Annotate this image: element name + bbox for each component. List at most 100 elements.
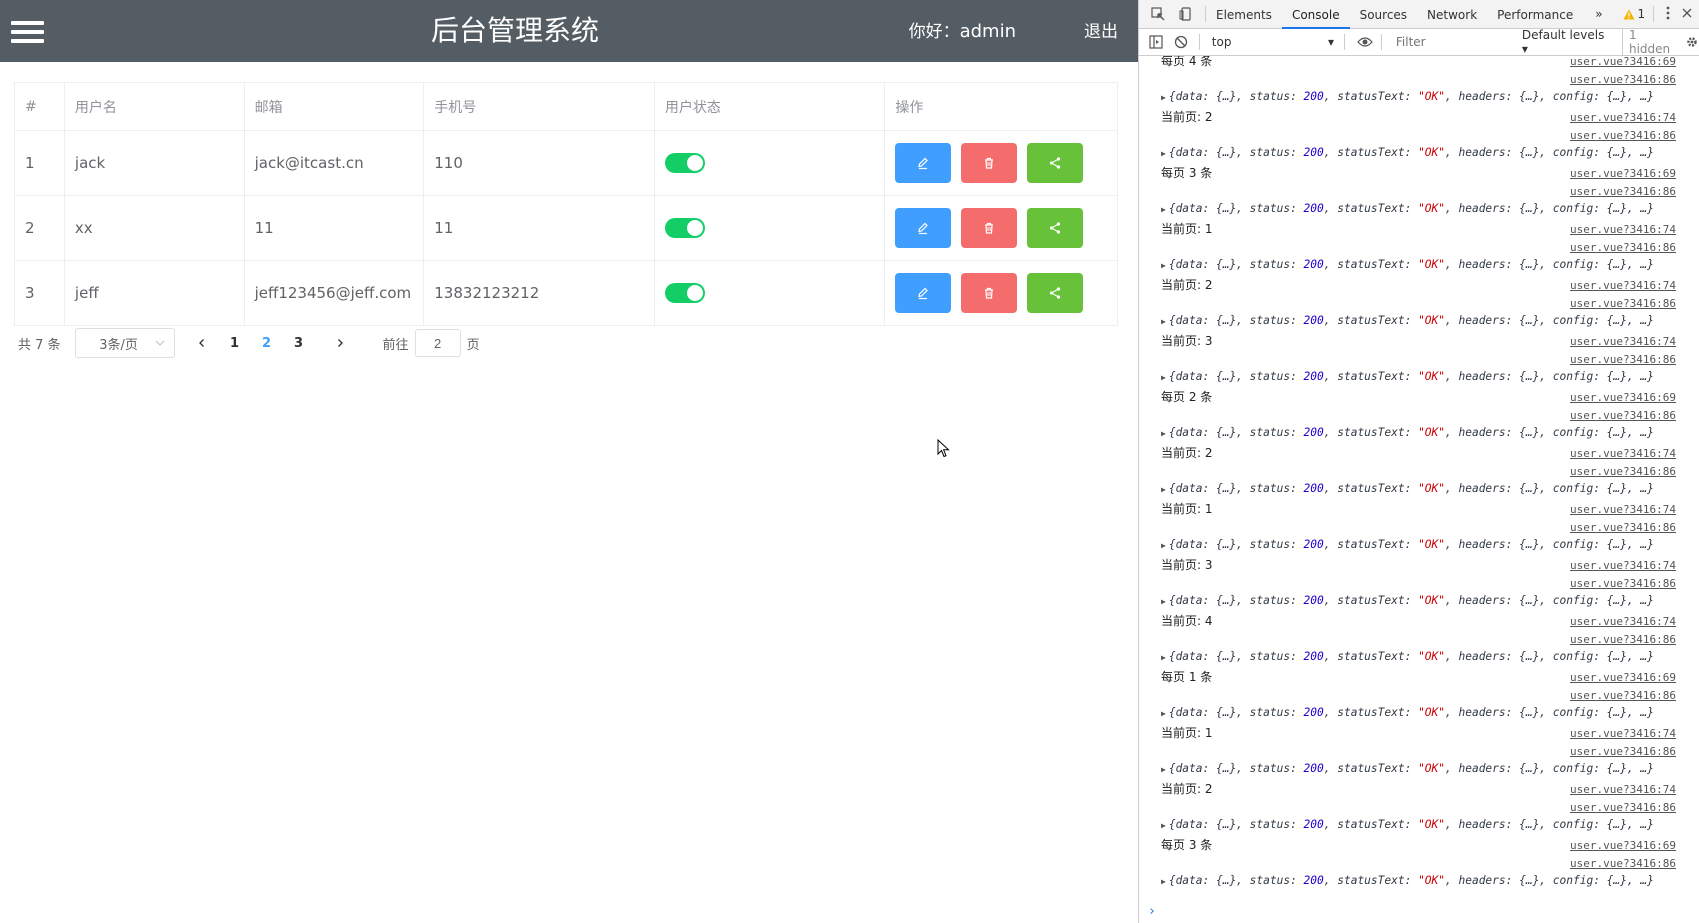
log-object-preview[interactable]: ▶ {data: {…}, status: 200, statusText: "O… (1161, 314, 1654, 327)
log-source-link[interactable]: user.vue?3416:86 (1570, 185, 1676, 198)
log-source-link[interactable]: user.vue?3416:86 (1570, 241, 1676, 254)
goto-page-input[interactable] (414, 329, 461, 357)
tab-sources[interactable]: Sources (1350, 0, 1417, 29)
log-source-link[interactable]: user.vue?3416:74 (1570, 727, 1676, 740)
log-source-link[interactable]: user.vue?3416:86 (1570, 297, 1676, 310)
assign-role-button[interactable] (1027, 208, 1084, 248)
log-source-link[interactable]: user.vue?3416:74 (1570, 615, 1676, 628)
log-source-link[interactable]: user.vue?3416:74 (1570, 111, 1676, 124)
expand-triangle-icon[interactable]: ▶ (1161, 709, 1166, 718)
warning-count[interactable]: 1 (1623, 7, 1645, 21)
prev-page-button[interactable] (187, 328, 217, 358)
expand-triangle-icon[interactable]: ▶ (1161, 317, 1166, 326)
log-source-link[interactable]: user.vue?3416:86 (1570, 801, 1676, 814)
log-object-preview[interactable]: ▶ {data: {…}, status: 200, statusText: "O… (1161, 258, 1654, 271)
expand-triangle-icon[interactable]: ▶ (1161, 93, 1166, 102)
log-source-link[interactable]: user.vue?3416:86 (1570, 465, 1676, 478)
expand-triangle-icon[interactable]: ▶ (1161, 149, 1166, 158)
inspect-element-icon[interactable] (1149, 5, 1167, 23)
log-object-preview[interactable]: ▶ {data: {…}, status: 200, statusText: "O… (1161, 706, 1654, 719)
object-status: 200 (1303, 818, 1324, 831)
next-page-button[interactable] (325, 328, 355, 358)
log-source-link[interactable]: user.vue?3416:69 (1570, 839, 1676, 852)
expand-triangle-icon[interactable]: ▶ (1161, 821, 1166, 830)
log-source-link[interactable]: user.vue?3416:74 (1570, 503, 1676, 516)
log-source-link[interactable]: user.vue?3416:69 (1570, 391, 1676, 404)
edit-button[interactable] (895, 273, 952, 313)
device-toolbar-icon[interactable] (1177, 5, 1195, 23)
expand-triangle-icon[interactable]: ▶ (1161, 541, 1166, 550)
edit-button[interactable] (895, 208, 952, 248)
log-object-preview[interactable]: ▶ {data: {…}, status: 200, statusText: "O… (1161, 370, 1654, 383)
expand-triangle-icon[interactable]: ▶ (1161, 485, 1166, 494)
edit-button[interactable] (895, 143, 952, 183)
log-object-preview[interactable]: ▶ {data: {…}, status: 200, statusText: "O… (1161, 818, 1654, 831)
log-source-link[interactable]: user.vue?3416:86 (1570, 857, 1676, 870)
log-object-preview[interactable]: ▶ {data: {…}, status: 200, statusText: "O… (1161, 594, 1654, 607)
sidebar-toggle-icon[interactable] (1149, 34, 1164, 50)
log-source-link[interactable]: user.vue?3416:69 (1570, 671, 1676, 684)
log-source-link[interactable]: user.vue?3416:86 (1570, 129, 1676, 142)
delete-button[interactable] (961, 143, 1018, 183)
expand-triangle-icon[interactable]: ▶ (1161, 877, 1166, 886)
expand-triangle-icon[interactable]: ▶ (1161, 653, 1166, 662)
log-source-link[interactable]: user.vue?3416:86 (1570, 745, 1676, 758)
logout-link[interactable]: 退出 (1084, 0, 1118, 62)
kebab-menu-icon[interactable] (1666, 6, 1670, 23)
user-status-switch[interactable] (664, 283, 705, 303)
assign-role-button[interactable] (1027, 273, 1084, 313)
log-object-preview[interactable]: ▶ {data: {…}, status: 200, statusText: "O… (1161, 874, 1654, 887)
expand-triangle-icon[interactable]: ▶ (1161, 373, 1166, 382)
gear-icon[interactable] (1684, 34, 1699, 50)
tab-performance[interactable]: Performance (1487, 0, 1583, 29)
log-source-link[interactable]: user.vue?3416:86 (1570, 689, 1676, 702)
page-number-3[interactable]: 3 (285, 336, 313, 351)
console-prompt[interactable]: › (1148, 904, 1156, 916)
log-object-preview[interactable]: ▶ {data: {…}, status: 200, statusText: "O… (1161, 146, 1654, 159)
expand-triangle-icon[interactable]: ▶ (1161, 597, 1166, 606)
more-tabs-icon[interactable]: » (1595, 7, 1602, 21)
log-object-preview[interactable]: ▶ {data: {…}, status: 200, statusText: "O… (1161, 762, 1654, 775)
tab-elements[interactable]: Elements (1206, 0, 1282, 29)
log-source-link[interactable]: user.vue?3416:74 (1570, 447, 1676, 460)
log-source-link[interactable]: user.vue?3416:69 (1570, 56, 1676, 68)
log-source-link[interactable]: user.vue?3416:86 (1570, 353, 1676, 366)
log-source-link[interactable]: user.vue?3416:74 (1570, 559, 1676, 572)
log-source-link[interactable]: user.vue?3416:86 (1570, 633, 1676, 646)
tab-network[interactable]: Network (1417, 0, 1487, 29)
log-source-link[interactable]: user.vue?3416:74 (1570, 279, 1676, 292)
tab-console[interactable]: Console (1281, 0, 1350, 29)
delete-button[interactable] (961, 273, 1018, 313)
user-status-switch[interactable] (664, 153, 705, 173)
page-number-1[interactable]: 1 (221, 336, 249, 351)
context-select[interactable]: top ▾ (1212, 35, 1338, 49)
log-object-preview[interactable]: ▶ {data: {…}, status: 200, statusText: "O… (1161, 538, 1654, 551)
log-source-link[interactable]: user.vue?3416:74 (1570, 335, 1676, 348)
expand-triangle-icon[interactable]: ▶ (1161, 205, 1166, 214)
assign-role-button[interactable] (1027, 143, 1084, 183)
log-source-link[interactable]: user.vue?3416:74 (1570, 783, 1676, 796)
expand-triangle-icon[interactable]: ▶ (1161, 429, 1166, 438)
expand-triangle-icon[interactable]: ▶ (1161, 261, 1166, 270)
log-levels-select[interactable]: Default levels ▾ (1522, 28, 1608, 56)
log-object-preview[interactable]: ▶ {data: {…}, status: 200, statusText: "O… (1161, 202, 1654, 215)
page-number-2[interactable]: 2 (253, 336, 281, 351)
log-source-link[interactable]: user.vue?3416:86 (1570, 73, 1676, 86)
log-source-link[interactable]: user.vue?3416:86 (1570, 521, 1676, 534)
log-source-link[interactable]: user.vue?3416:86 (1570, 409, 1676, 422)
log-object-preview[interactable]: ▶ {data: {…}, status: 200, statusText: "O… (1161, 90, 1654, 103)
delete-button[interactable] (961, 208, 1018, 248)
log-object-preview[interactable]: ▶ {data: {…}, status: 200, statusText: "O… (1161, 426, 1654, 439)
log-source-link[interactable]: user.vue?3416:74 (1570, 223, 1676, 236)
clear-console-icon[interactable] (1174, 34, 1189, 50)
log-source-link[interactable]: user.vue?3416:69 (1570, 167, 1676, 180)
log-object-preview[interactable]: ▶ {data: {…}, status: 200, statusText: "O… (1161, 482, 1654, 495)
page-size-select[interactable]: 3条/页 (74, 328, 175, 358)
eye-icon[interactable] (1357, 34, 1373, 50)
close-icon[interactable] (1682, 7, 1692, 21)
log-object-preview[interactable]: ▶ {data: {…}, status: 200, statusText: "O… (1161, 650, 1654, 663)
expand-triangle-icon[interactable]: ▶ (1161, 765, 1166, 774)
user-status-switch[interactable] (664, 218, 705, 238)
log-source-link[interactable]: user.vue?3416:86 (1570, 577, 1676, 590)
console-filter-input[interactable] (1395, 32, 1506, 52)
